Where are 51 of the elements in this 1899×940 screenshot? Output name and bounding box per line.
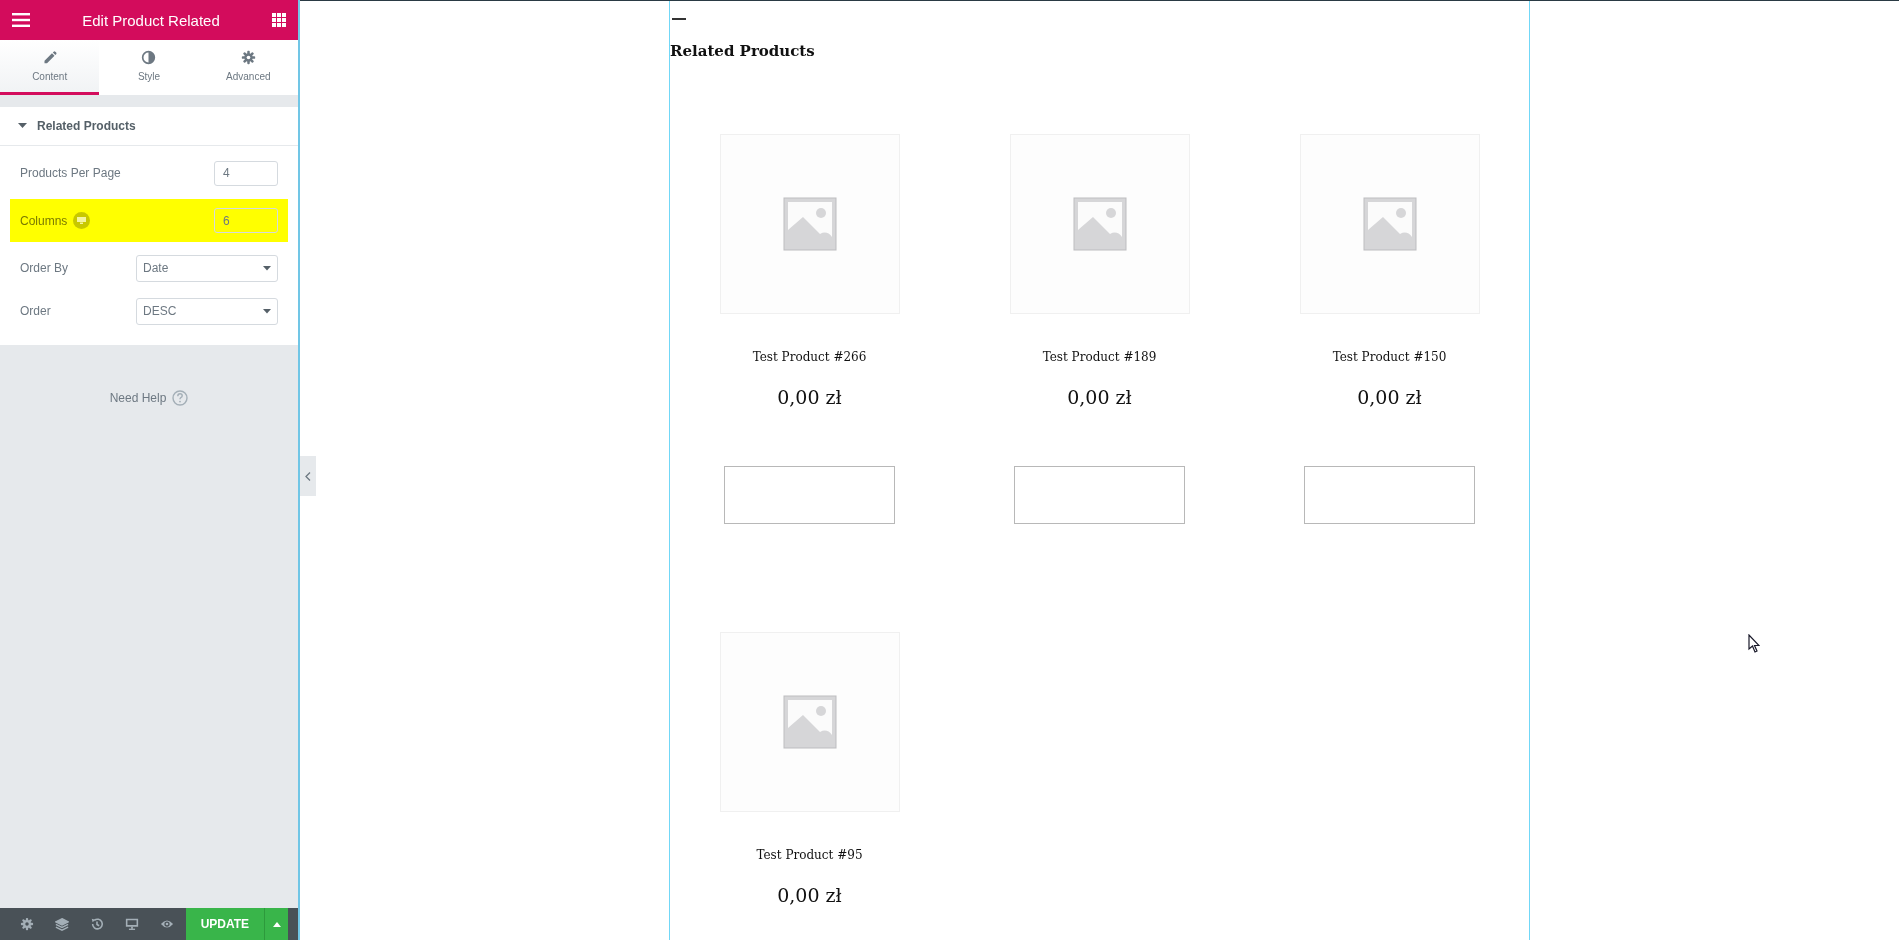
update-options-button[interactable] — [264, 908, 288, 940]
control-label: Order — [20, 304, 51, 318]
history-icon[interactable] — [90, 917, 105, 931]
product-price: 0,00 zł — [777, 884, 842, 906]
panel-title: Edit Product Related — [82, 11, 220, 29]
control-label: Products Per Page — [20, 166, 121, 180]
caret-down-icon — [263, 265, 271, 271]
mouse-cursor-icon — [1748, 634, 1760, 653]
caret-up-icon — [272, 921, 281, 927]
gear-icon — [240, 50, 256, 65]
image-icon — [782, 197, 837, 251]
image-placeholder[interactable] — [1009, 134, 1190, 314]
image-placeholder[interactable] — [719, 632, 900, 812]
update-button[interactable]: UPDATE — [185, 908, 264, 940]
heading-dash — [672, 18, 686, 20]
image-placeholder[interactable] — [1299, 134, 1480, 314]
caret-icon[interactable] — [18, 123, 27, 129]
section-heading: Related Products — [670, 42, 816, 60]
product-price: 0,00 zł — [1357, 386, 1422, 408]
collapse-handle[interactable] — [300, 456, 316, 496]
number-field[interactable]: 4 — [214, 160, 278, 186]
select-field[interactable]: DESC — [136, 297, 278, 325]
product-title[interactable]: Test Product #266 — [752, 350, 867, 364]
monitor-icon[interactable] — [125, 917, 140, 931]
contrast-icon — [141, 50, 157, 65]
help-link[interactable]: Need Help — [109, 391, 167, 405]
help-icon[interactable] — [172, 390, 189, 406]
image-icon — [1362, 197, 1417, 251]
menu-icon[interactable] — [12, 13, 30, 27]
pencil-icon — [42, 50, 58, 65]
section-title[interactable]: Related Products — [37, 119, 136, 133]
product-price: 0,00 zł — [777, 386, 842, 408]
empty-button[interactable] — [1304, 466, 1475, 524]
product-title[interactable]: Test Product #95 — [756, 848, 863, 862]
empty-button[interactable] — [724, 466, 895, 524]
settings-icon[interactable] — [20, 917, 35, 931]
apps-grid-icon[interactable] — [272, 13, 286, 27]
product-title[interactable]: Test Product #189 — [1042, 350, 1157, 364]
device-icon[interactable] — [73, 212, 91, 229]
number-field[interactable]: 6 — [214, 208, 278, 233]
image-placeholder[interactable] — [719, 134, 900, 314]
empty-button[interactable] — [1014, 466, 1185, 524]
image-icon — [1072, 197, 1127, 251]
select-field[interactable]: Date — [136, 254, 278, 282]
product-title[interactable]: Test Product #150 — [1332, 350, 1447, 364]
control-label: Order By — [20, 261, 68, 275]
caret-down-icon — [263, 308, 271, 314]
layers-icon[interactable] — [55, 917, 70, 931]
control-label: Columns — [20, 213, 68, 228]
product-price: 0,00 zł — [1067, 386, 1132, 408]
image-icon — [782, 695, 837, 749]
